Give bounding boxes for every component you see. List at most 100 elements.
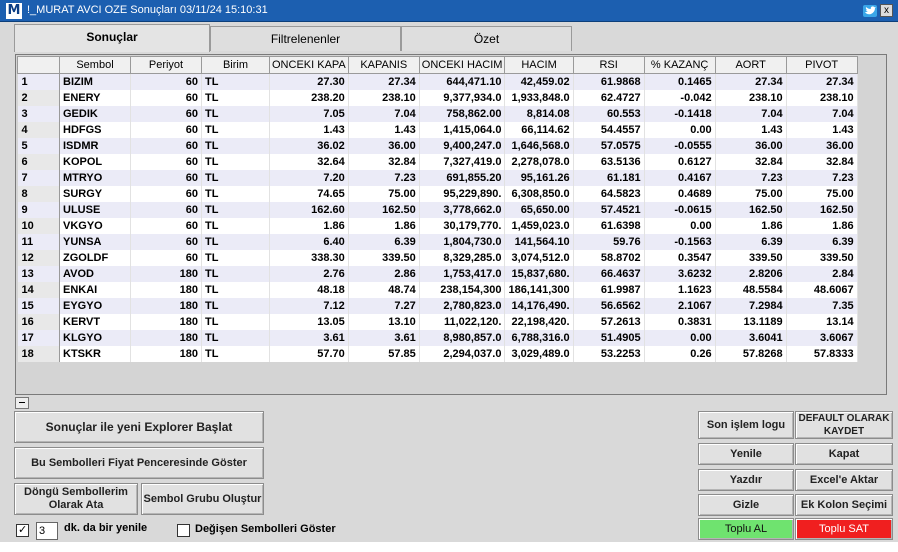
table-cell: -0.042 bbox=[644, 89, 716, 106]
table-row[interactable]: 12 ZGOLDF 60 TL 338.30 339.50 8,329,285.0 3,074… bbox=[17, 249, 858, 266]
table-cell: 61.6398 bbox=[573, 217, 645, 234]
table-row[interactable]: 7 MTRYO 60 TL 7.20 7.23 691,855.20 95,161.26 61.… bbox=[17, 169, 858, 186]
start-explorer-button[interactable]: Sonuçlar ile yeni Explorer Başlat bbox=[14, 411, 264, 443]
table-row[interactable]: 17 KLGYO 180 TL 3.61 3.61 8,980,857.0 6,788,316… bbox=[17, 329, 858, 346]
save-as-default-button[interactable]: DEFAULT OLARAK KAYDET bbox=[795, 411, 893, 439]
table-row[interactable]: 11 YUNSA 60 TL 6.40 6.39 1,804,730.0 141,564.10… bbox=[17, 233, 858, 250]
table-row[interactable]: 18 KTSKR 180 TL 57.70 57.85 2,294,037.0 3,029,4… bbox=[17, 345, 858, 362]
table-cell: 57.4521 bbox=[573, 201, 645, 218]
show-changed-symbols-checkbox[interactable] bbox=[177, 524, 190, 537]
table-cell: 1,804,730.0 bbox=[419, 233, 506, 250]
table-cell: TL bbox=[201, 265, 270, 282]
tab-filtrelenenler[interactable]: Filtrelenenler bbox=[210, 26, 401, 51]
bulk-buy-button[interactable]: Toplu AL bbox=[698, 518, 794, 540]
table-cell: 1,753,417.0 bbox=[419, 265, 506, 282]
table-cell: 1,415,064.0 bbox=[419, 121, 506, 138]
table-cell: 27.34 bbox=[715, 73, 787, 90]
table-cell: 60 bbox=[130, 185, 202, 202]
table-cell: 60 bbox=[130, 137, 202, 154]
table-row[interactable]: 15 EYGYO 180 TL 7.12 7.27 2,780,823.0 14,176,49… bbox=[17, 297, 858, 314]
table-cell: 162.60 bbox=[269, 201, 349, 218]
table-cell: EYGYO bbox=[59, 297, 131, 314]
column-header[interactable]: Birim bbox=[201, 56, 270, 74]
table-row[interactable]: 2 ENERY 60 TL 238.20 238.10 9,377,934.0 1,933,8… bbox=[17, 89, 858, 106]
table-cell: 7.23 bbox=[348, 169, 420, 186]
table-cell: TL bbox=[201, 329, 270, 346]
row-index: 5 bbox=[17, 137, 60, 154]
tab-ozet[interactable]: Özet bbox=[401, 26, 572, 51]
create-symbol-group-button[interactable]: Sembol Grubu Oluştur bbox=[141, 483, 264, 515]
column-header[interactable]: ONCEKI HACIM bbox=[418, 56, 506, 74]
table-row[interactable]: 4 HDFGS 60 TL 1.43 1.43 1,415,064.0 66,114.62 54… bbox=[17, 121, 858, 138]
table-cell: 7,327,419.0 bbox=[419, 153, 506, 170]
table-row[interactable]: 16 KERVT 180 TL 13.05 13.10 11,022,120. 22,198,… bbox=[17, 313, 858, 330]
table-cell: ENKAI bbox=[59, 281, 131, 298]
results-grid[interactable]: Sembol Periyot Birim ONCEKI KAPA KAPANIS ONCE… bbox=[15, 54, 887, 395]
refresh-minutes-input[interactable]: 3 bbox=[36, 522, 58, 540]
column-header[interactable]: Sembol bbox=[59, 56, 131, 74]
table-cell: 339.50 bbox=[348, 249, 420, 266]
column-header[interactable] bbox=[17, 56, 60, 74]
auto-refresh-checkbox[interactable] bbox=[16, 523, 29, 537]
table-cell: 61.181 bbox=[573, 169, 645, 186]
table-cell: AVOD bbox=[59, 265, 131, 282]
table-cell: 36.00 bbox=[786, 137, 858, 154]
table-cell: TL bbox=[201, 201, 270, 218]
tab-sonuclar[interactable]: Sonuçlar bbox=[14, 24, 210, 52]
column-header[interactable]: KAPANIS bbox=[347, 56, 420, 74]
table-row[interactable]: 1 BIZIM 60 TL 27.30 27.34 644,471.10 42,459.02 6… bbox=[17, 73, 858, 90]
table-cell: 2,780,823.0 bbox=[419, 297, 506, 314]
table-cell: 7.04 bbox=[348, 105, 420, 122]
extra-columns-button[interactable]: Ek Kolon Seçimi bbox=[795, 494, 893, 516]
table-cell: 180 bbox=[130, 313, 202, 330]
table-cell: ZGOLDF bbox=[59, 249, 131, 266]
table-cell: VKGYO bbox=[59, 217, 131, 234]
table-row[interactable]: 14 ENKAI 180 TL 48.18 48.74 238,154,300 186,141… bbox=[17, 281, 858, 298]
bulk-sell-button[interactable]: Toplu SAT bbox=[795, 518, 893, 540]
table-cell: TL bbox=[201, 345, 270, 362]
table-row[interactable]: 13 AVOD 180 TL 2.76 2.86 1,753,417.0 15,837,680… bbox=[17, 265, 858, 282]
row-index: 4 bbox=[17, 121, 60, 138]
table-cell: 9,400,247.0 bbox=[419, 137, 506, 154]
table-row[interactable]: 3 GEDIK 60 TL 7.05 7.04 758,862.00 8,814.08 60.5… bbox=[17, 105, 858, 122]
hide-button[interactable]: Gizle bbox=[698, 494, 794, 516]
table-cell: 32.84 bbox=[786, 153, 858, 170]
column-header[interactable]: ONCEKI KAPA bbox=[269, 56, 349, 74]
table-row[interactable]: 9 ULUSE 60 TL 162.60 162.50 3,778,662.0 65,650.… bbox=[17, 201, 858, 218]
table-row[interactable]: 5 ISDMR 60 TL 36.02 36.00 9,400,247.0 1,646,568… bbox=[17, 137, 858, 154]
close-panel-button[interactable]: Kapat bbox=[795, 443, 893, 465]
column-header[interactable]: AORT bbox=[714, 56, 787, 74]
table-cell: 13.1189 bbox=[715, 313, 787, 330]
table-cell: 3,778,662.0 bbox=[419, 201, 506, 218]
table-cell: 32.64 bbox=[269, 153, 349, 170]
export-excel-button[interactable]: Excel'e Aktar bbox=[795, 469, 893, 491]
table-cell: 1.1623 bbox=[644, 281, 716, 298]
column-header[interactable]: PIVOT bbox=[785, 56, 858, 74]
table-cell: 32.84 bbox=[715, 153, 787, 170]
column-header[interactable]: % KAZANÇ bbox=[643, 56, 716, 74]
twitter-icon[interactable] bbox=[863, 5, 877, 17]
column-header[interactable]: RSI bbox=[572, 56, 645, 74]
table-cell: 7.27 bbox=[348, 297, 420, 314]
table-cell: 3.6232 bbox=[644, 265, 716, 282]
print-button[interactable]: Yazdır bbox=[698, 469, 794, 491]
refresh-button[interactable]: Yenile bbox=[698, 443, 794, 465]
table-cell: 162.50 bbox=[348, 201, 420, 218]
table-cell: 2.8206 bbox=[715, 265, 787, 282]
set-loop-symbols-button[interactable]: Döngü Sembollerim Olarak Ata bbox=[14, 483, 138, 515]
show-in-price-window-button[interactable]: Bu Sembolleri Fiyat Penceresinde Göster bbox=[14, 447, 264, 479]
table-row[interactable]: 6 KOPOL 60 TL 32.64 32.84 7,327,419.0 2,278,078… bbox=[17, 153, 858, 170]
table-cell: 644,471.10 bbox=[419, 73, 506, 90]
table-cell: 57.8333 bbox=[786, 345, 858, 362]
row-index: 1 bbox=[17, 73, 60, 90]
table-cell: 180 bbox=[130, 265, 202, 282]
row-index: 10 bbox=[17, 217, 60, 234]
table-row[interactable]: 10 VKGYO 60 TL 1.86 1.86 30,179,770. 1,459,023.… bbox=[17, 217, 858, 234]
close-button[interactable]: x bbox=[880, 4, 893, 17]
collapse-icon[interactable] bbox=[15, 397, 29, 409]
last-trade-log-button[interactable]: Son işlem logu bbox=[698, 411, 794, 439]
column-header[interactable]: Periyot bbox=[130, 56, 202, 74]
table-row[interactable]: 8 SURGY 60 TL 74.65 75.00 95,229,890. 6,308,850… bbox=[17, 185, 858, 202]
table-cell: -0.1563 bbox=[644, 233, 716, 250]
column-header[interactable]: HACIM bbox=[504, 56, 574, 74]
